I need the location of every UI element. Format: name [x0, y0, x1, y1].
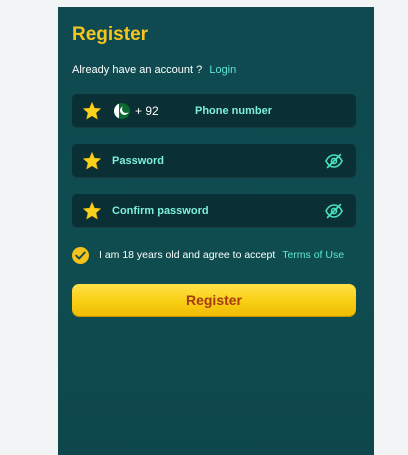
phone-input-label[interactable]: Phone number: [195, 105, 272, 117]
register-panel: Register Already have an account ? Login…: [58, 7, 374, 455]
confirm-password-input-label[interactable]: Confirm password: [112, 205, 209, 217]
country-code[interactable]: + 92: [135, 104, 159, 118]
star-icon: [82, 201, 102, 220]
terms-text-wrap: I am 18 years old and agree to accept Te…: [99, 249, 344, 261]
star-icon: [82, 151, 102, 170]
check-circle-icon: [75, 251, 86, 260]
terms-of-use-link[interactable]: Terms of Use: [282, 249, 344, 261]
eye-slash-icon[interactable]: [324, 153, 344, 169]
page-title: Register: [72, 24, 149, 45]
star-icon: [82, 101, 102, 120]
password-field[interactable]: Password: [72, 144, 356, 178]
login-prompt-row: Already have an account ? Login: [72, 64, 236, 76]
register-button[interactable]: Register: [72, 284, 356, 316]
terms-checkbox[interactable]: [72, 247, 89, 264]
login-prompt-text: Already have an account ?: [72, 64, 203, 76]
phone-field[interactable]: + 92 Phone number: [72, 94, 356, 128]
terms-text: I am 18 years old and agree to accept: [99, 249, 276, 261]
login-link[interactable]: Login: [209, 64, 236, 76]
pakistan-flag-icon[interactable]: [114, 103, 130, 119]
eye-slash-icon[interactable]: [324, 203, 344, 219]
password-input-label[interactable]: Password: [112, 155, 164, 167]
confirm-password-field[interactable]: Confirm password: [72, 194, 356, 228]
